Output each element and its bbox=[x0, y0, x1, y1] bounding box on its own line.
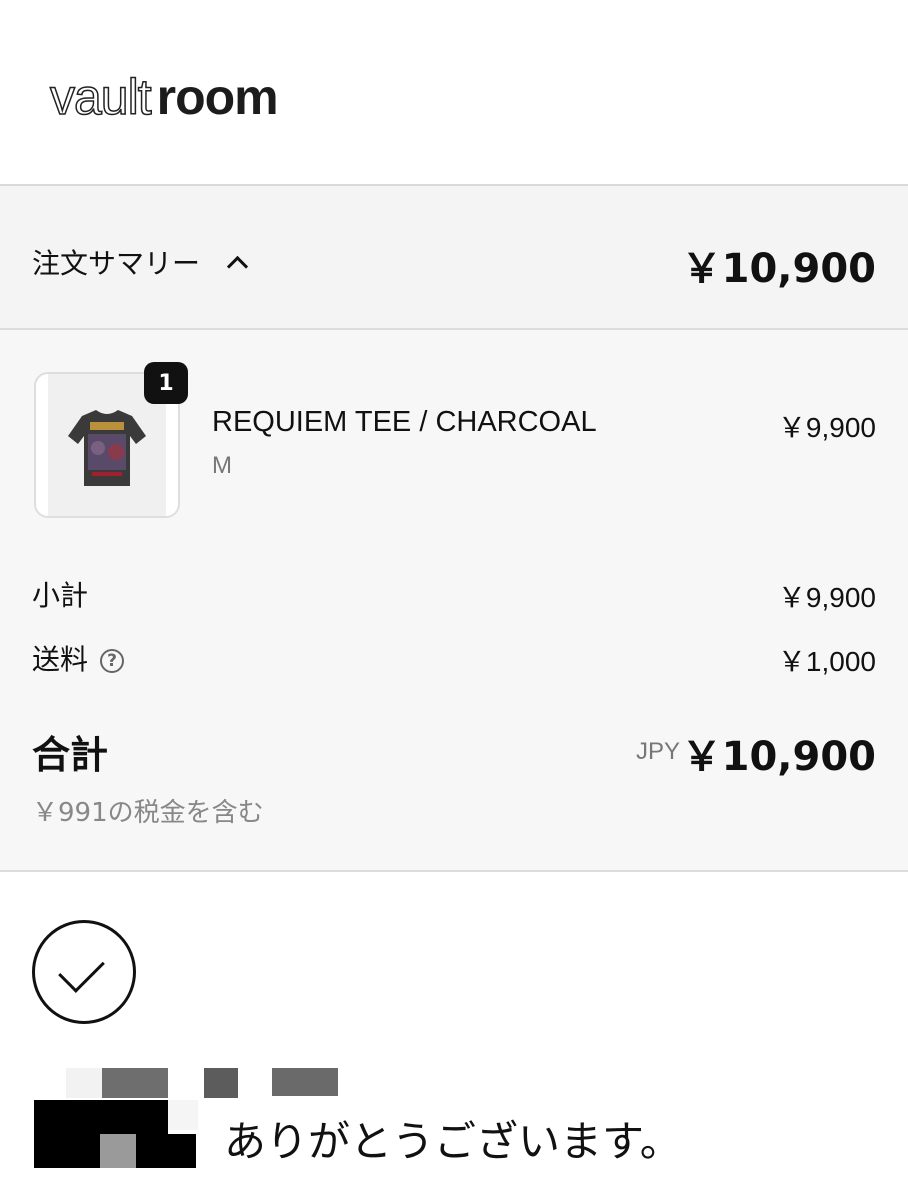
total-value: ￥10,900 bbox=[681, 734, 876, 780]
quantity-badge: 1 bbox=[144, 362, 188, 404]
question-circle-icon[interactable]: ? bbox=[100, 649, 125, 673]
shipping-label: 送料 bbox=[32, 643, 89, 676]
subtotal-label: 小計 bbox=[32, 579, 89, 612]
product-name: REQUIEM TEE / CHARCOAL bbox=[212, 406, 597, 438]
subtotal-value: ￥9,900 bbox=[777, 582, 876, 613]
logo-room: room bbox=[156, 69, 279, 125]
product-price: ￥9,900 bbox=[777, 412, 876, 443]
total-label: 合計 bbox=[32, 733, 109, 777]
checkmark-icon bbox=[58, 946, 105, 993]
vaultroom-logo[interactable]: vault room bbox=[49, 69, 279, 125]
order-summary-total: ￥10,900 bbox=[681, 246, 876, 292]
logo-vault: vault bbox=[49, 69, 152, 125]
order-summary-label[interactable]: 注文サマリー bbox=[32, 242, 249, 282]
currency-code: JPY bbox=[636, 738, 681, 765]
shipping-value: ￥1,000 bbox=[777, 646, 876, 677]
shipping-row: 送料? bbox=[32, 638, 125, 678]
chevron-up-icon bbox=[226, 255, 249, 277]
tax-note: ￥991の税金を含む bbox=[32, 798, 264, 828]
header: vault room bbox=[0, 0, 908, 186]
thank-you-message: ありがとうございます。 bbox=[224, 1117, 682, 1166]
check-circle-icon bbox=[32, 920, 136, 1024]
product-variant: M bbox=[212, 452, 232, 479]
order-summary-title: 注文サマリー bbox=[32, 247, 201, 280]
